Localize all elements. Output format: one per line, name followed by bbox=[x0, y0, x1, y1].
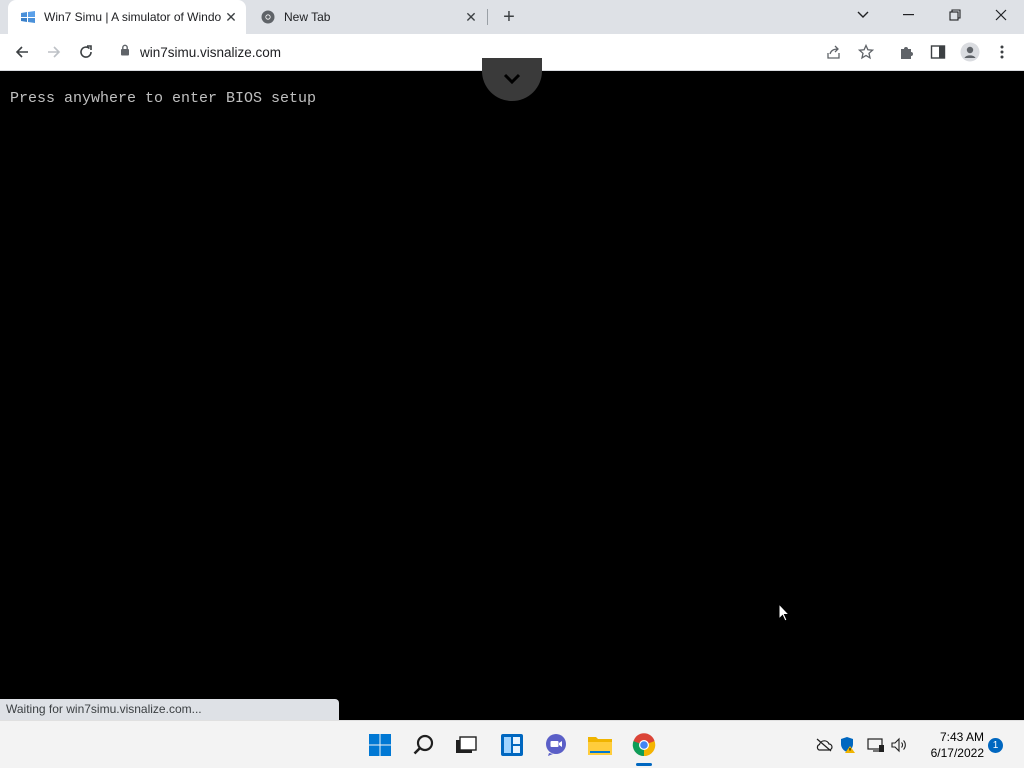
tab-win7simu[interactable]: Win7 Simu | A simulator of Windo ✕ bbox=[8, 0, 246, 34]
dropdown-handle[interactable] bbox=[482, 58, 542, 101]
status-bar: Waiting for win7simu.visnalize.com... bbox=[0, 699, 339, 720]
back-icon[interactable] bbox=[8, 38, 36, 66]
tab-separator bbox=[487, 9, 488, 25]
clock-time: 7:43 AM bbox=[939, 730, 984, 744]
chrome-favicon-icon bbox=[260, 9, 276, 25]
side-panel-icon[interactable] bbox=[924, 38, 952, 66]
security-shield-warning-icon[interactable] bbox=[838, 735, 858, 755]
tab-title: New Tab bbox=[284, 10, 331, 24]
taskbar: 7:43 AM 6/17/2022 1 bbox=[0, 720, 1024, 768]
tab-close-icon[interactable]: ✕ bbox=[222, 8, 240, 26]
volume-icon[interactable] bbox=[890, 735, 910, 755]
bookmark-star-icon[interactable] bbox=[852, 38, 880, 66]
search-icon[interactable] bbox=[408, 729, 440, 761]
menu-kebab-icon[interactable] bbox=[988, 38, 1016, 66]
tab-title: Win7 Simu | A simulator of Windo bbox=[44, 10, 222, 24]
widgets-icon[interactable] bbox=[496, 729, 528, 761]
chrome-icon[interactable] bbox=[628, 729, 660, 761]
tab-close-icon[interactable]: ✕ bbox=[462, 8, 480, 26]
share-icon[interactable] bbox=[820, 38, 848, 66]
clock-date: 6/17/2022 bbox=[930, 746, 984, 760]
minimize-icon[interactable] bbox=[886, 0, 932, 30]
lock-icon[interactable] bbox=[120, 43, 130, 61]
file-explorer-icon[interactable] bbox=[584, 729, 616, 761]
page-content[interactable]: Press anywhere to enter BIOS setup Waiti… bbox=[0, 58, 1024, 720]
extensions-icon[interactable] bbox=[892, 38, 920, 66]
start-icon[interactable] bbox=[364, 729, 396, 761]
tab-search-chevron-icon[interactable] bbox=[840, 0, 886, 30]
chevron-down-icon bbox=[503, 71, 521, 89]
reload-icon[interactable] bbox=[72, 38, 100, 66]
restore-icon[interactable] bbox=[932, 0, 978, 30]
bios-message: Press anywhere to enter BIOS setup bbox=[10, 90, 317, 107]
url-text: win7simu.visnalize.com bbox=[140, 44, 282, 60]
tab-strip: Win7 Simu | A simulator of Windo ✕ New T… bbox=[0, 0, 1024, 34]
close-icon[interactable] bbox=[978, 0, 1024, 30]
forward-icon[interactable] bbox=[40, 38, 68, 66]
win7simu-favicon-icon bbox=[20, 9, 36, 25]
taskbar-clock[interactable]: 7:43 AM 6/17/2022 bbox=[918, 729, 984, 761]
active-app-indicator bbox=[636, 763, 652, 766]
onedrive-offline-icon[interactable] bbox=[814, 735, 834, 755]
new-tab-button[interactable]: + bbox=[497, 5, 521, 29]
chat-icon[interactable] bbox=[540, 729, 572, 761]
mouse-cursor-icon bbox=[778, 602, 791, 627]
notification-badge[interactable]: 1 bbox=[988, 738, 1003, 753]
task-view-icon[interactable] bbox=[450, 729, 482, 761]
tab-new-tab[interactable]: New Tab ✕ bbox=[248, 0, 486, 34]
network-icon[interactable] bbox=[866, 735, 886, 755]
profile-avatar-icon[interactable] bbox=[956, 38, 984, 66]
